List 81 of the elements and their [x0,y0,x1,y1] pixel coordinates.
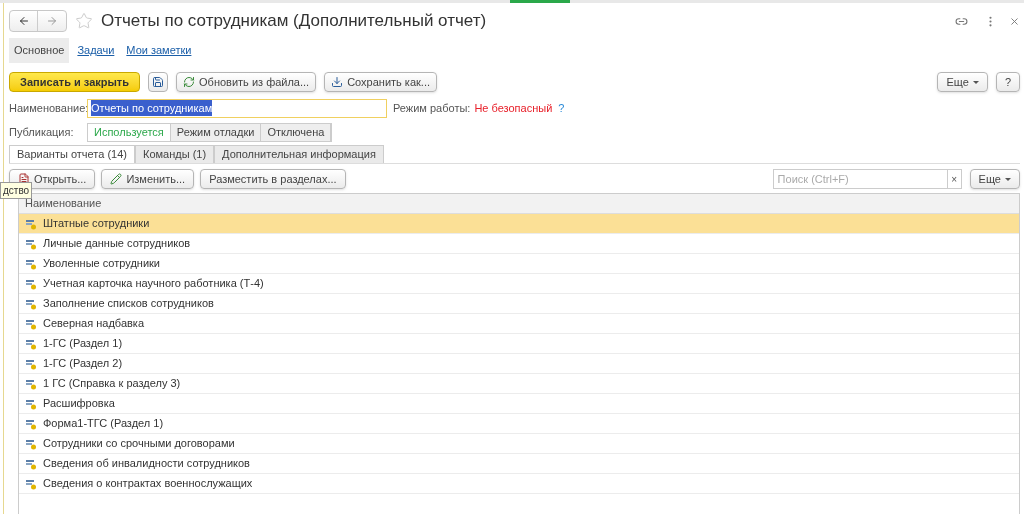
arrow-left-icon [17,15,30,27]
save-button[interactable] [148,72,169,92]
report-icon [25,237,37,250]
more-button[interactable]: Еще [969,169,1020,189]
name-field[interactable]: Отчеты по сотрудникам [87,98,387,118]
report-icon [25,457,37,470]
table-cell-text: Учетная карточка научного работника (Т-4) [43,276,264,292]
field-label: Наименование: [9,100,87,116]
arrow-right-icon [46,15,58,27]
close-icon[interactable] [1009,15,1020,27]
star-icon[interactable] [75,12,93,30]
table-row[interactable]: Уволенные сотрудники [19,254,1019,274]
report-icon [25,297,37,310]
table-row[interactable]: Сведения о контрактах военнослужащих [19,474,1019,494]
report-icon [25,477,37,490]
refresh-icon [183,76,196,88]
table-cell-text: Штатные сотрудники [43,216,150,232]
report-icon [25,217,37,230]
report-icon [25,377,37,390]
table-row[interactable]: Сотрудники со срочными договорами [19,434,1019,454]
toolbar-button[interactable]: Сохранить как... [324,72,438,92]
mode-value: Не безопасный [474,100,553,116]
clear-button[interactable]: × [946,170,961,188]
tooltip: дство [0,182,33,199]
report-icon [25,357,37,370]
field-label: Публикация: [9,124,75,140]
document-icon [18,173,30,185]
mode-label: Режим работы: [393,100,471,116]
report-icon [25,397,37,410]
window-title: Отчеты по сотрудникам (Дополнительный отчет) [101,10,487,33]
report-icon [25,277,37,290]
nav-tab[interactable]: Основное [9,38,70,63]
table-cell-text: Северная надбавка [43,316,144,332]
download-icon [331,76,344,88]
list-button[interactable]: Разместить в разделах... [200,169,346,189]
table-cell-text: 1 ГС (Справка к разделу 3) [43,376,181,392]
caret-icon [972,80,979,84]
table-cell-text: 1-ГС (Раздел 2) [43,356,123,372]
table-row[interactable]: Заполнение списков сотрудников [19,294,1019,314]
tab[interactable]: Варианты отчета (14) [9,145,135,163]
save-and-close-button[interactable]: Записать и закрыть [9,72,141,92]
report-icon [25,337,37,350]
table-cell-text: 1-ГС (Раздел 1) [43,336,123,352]
publication-option[interactable]: Отключена [261,123,332,141]
list-button[interactable]: Открыть... [9,169,96,189]
table-cell-text: Расшифровка [43,396,115,412]
tab[interactable]: Команды (1) [134,145,215,163]
nav-tab[interactable]: Задачи [73,38,119,63]
table-cell-text: Форма1-ТГС (Раздел 1) [43,416,164,432]
report-icon [25,317,37,330]
table-cell-text: Заполнение списков сотрудников [43,296,214,312]
pencil-icon [110,173,123,185]
column-header[interactable]: Наименование [19,194,1019,214]
report-icon [25,417,37,430]
table-row[interactable]: Учетная карточка научного работника (Т-4) [19,274,1019,294]
help-button[interactable]: ? [995,72,1020,92]
report-icon [25,437,37,450]
table-row[interactable]: 1-ГС (Раздел 2) [19,354,1019,374]
toolbar-button[interactable]: Обновить из файла... [176,72,317,92]
table-cell-text: Личные данные сотрудников [43,236,191,252]
table-row[interactable]: Личные данные сотрудников [19,234,1019,254]
tab[interactable]: Дополнительная информация [214,145,384,163]
table-row[interactable]: Северная надбавка [19,314,1019,334]
table-row[interactable]: 1-ГС (Раздел 1) [19,334,1019,354]
help-link[interactable]: ? [558,99,565,117]
table-row[interactable]: Штатные сотрудники [19,214,1019,234]
table-row[interactable]: Расшифровка [19,394,1019,414]
table-cell-text: Сведения о контрактах военнослужащих [43,476,253,492]
table-row[interactable]: 1 ГС (Справка к разделу 3) [19,374,1019,394]
table-cell-text: Уволенные сотрудники [43,256,160,272]
publication-option[interactable]: Режим отладки [170,123,262,141]
nav-tab[interactable]: Мои заметки [122,38,196,63]
report-icon [25,257,37,270]
more-button[interactable]: Еще [937,72,988,92]
table-row[interactable]: Форма1-ТГС (Раздел 1) [19,414,1019,434]
caret-icon [1005,177,1011,181]
list-button[interactable]: Изменить... [101,169,195,189]
table-row[interactable]: Сведения об инвалидности сотрудников [19,454,1019,474]
table-cell-text: Сведения об инвалидности сотрудников [43,456,250,472]
table-cell-text: Сотрудники со срочными договорами [43,436,235,452]
search-field[interactable]: Поиск (Ctrl+F) × [772,169,962,189]
